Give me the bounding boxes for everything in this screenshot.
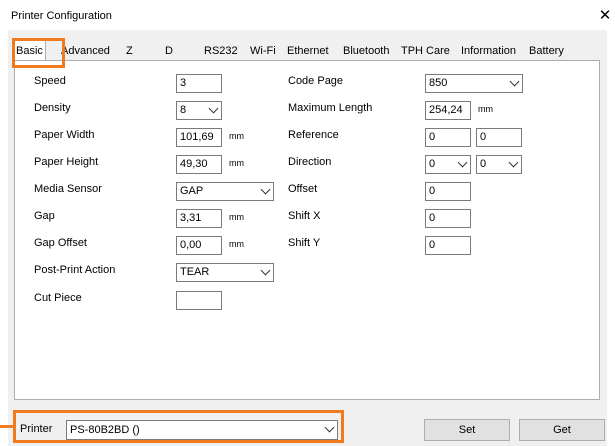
- chevron-down-icon: [457, 157, 468, 168]
- tab-battery[interactable]: Battery: [527, 42, 566, 60]
- media-sensor-select[interactable]: GAP: [176, 182, 274, 201]
- direction-value-2: 0: [480, 158, 487, 170]
- paper-width-unit: mm: [229, 131, 244, 141]
- tab-d[interactable]: D: [163, 42, 175, 60]
- reference-x-field[interactable]: 0: [425, 128, 471, 147]
- shift-y-field[interactable]: 0: [425, 236, 471, 255]
- post-print-action-value: TEAR: [180, 266, 210, 278]
- gap-field[interactable]: 3,31: [176, 209, 222, 228]
- direction-select-1[interactable]: 0: [425, 155, 471, 174]
- window-title: Printer Configuration: [11, 10, 112, 22]
- direction-label: Direction: [288, 156, 332, 168]
- density-select[interactable]: 8: [176, 101, 222, 120]
- tab-ethernet[interactable]: Ethernet: [285, 42, 331, 60]
- gap-offset-unit: mm: [229, 239, 244, 249]
- maximum-length-label: Maximum Length: [288, 102, 373, 114]
- reference-y-field[interactable]: 0: [476, 128, 522, 147]
- tab-z[interactable]: Z: [124, 42, 135, 60]
- cut-piece-label: Cut Piece: [34, 292, 82, 304]
- maximum-length-field[interactable]: 254,24: [425, 101, 471, 120]
- direction-value-1: 0: [429, 158, 436, 170]
- tab-rs232[interactable]: RS232: [202, 42, 240, 60]
- title-bar: Printer Configuration ✕: [0, 0, 615, 30]
- gap-offset-label: Gap Offset: [34, 237, 87, 249]
- chevron-down-icon: [509, 76, 520, 87]
- callout-line: [0, 425, 14, 428]
- printer-select-highlight: [13, 410, 344, 443]
- paper-height-field[interactable]: 49,30: [176, 155, 222, 174]
- code-page-label: Code Page: [288, 75, 344, 87]
- dialog-body: Basic Advanced Z D RS232 Wi-Fi Ethernet …: [8, 30, 607, 446]
- tab-wifi[interactable]: Wi-Fi: [248, 42, 278, 60]
- code-page-value: 850: [429, 77, 448, 89]
- shift-y-label: Shift Y: [288, 237, 321, 249]
- paper-width-field[interactable]: 101,69: [176, 128, 222, 147]
- maximum-length-unit: mm: [478, 104, 493, 114]
- speed-field[interactable]: 3: [176, 74, 222, 93]
- speed-label: Speed: [34, 75, 66, 87]
- post-print-action-label: Post-Print Action: [34, 264, 116, 276]
- shift-x-label: Shift X: [288, 210, 321, 222]
- get-button[interactable]: Get: [519, 419, 605, 441]
- gap-unit: mm: [229, 212, 244, 222]
- density-label: Density: [34, 102, 71, 114]
- post-print-action-select[interactable]: TEAR: [176, 263, 274, 282]
- density-value: 8: [180, 104, 187, 116]
- set-button[interactable]: Set: [424, 419, 510, 441]
- gap-label: Gap: [34, 210, 55, 222]
- close-icon[interactable]: ✕: [596, 7, 614, 25]
- cut-piece-field[interactable]: [176, 291, 222, 310]
- basic-tab-highlight: [12, 38, 65, 68]
- tab-bluetooth[interactable]: Bluetooth: [341, 42, 391, 60]
- media-sensor-value: GAP: [180, 185, 204, 197]
- tab-advanced[interactable]: Advanced: [59, 42, 112, 60]
- tab-tph-care[interactable]: TPH Care: [399, 42, 452, 60]
- paper-height-unit: mm: [229, 158, 244, 168]
- gap-offset-field[interactable]: 0,00: [176, 236, 222, 255]
- basic-tab-panel: Speed 3 Density 8 Paper Width 101,69 mm …: [14, 60, 600, 400]
- offset-field[interactable]: 0: [425, 182, 471, 201]
- reference-label: Reference: [288, 129, 339, 141]
- chevron-down-icon: [508, 157, 519, 168]
- chevron-down-icon: [208, 103, 219, 114]
- code-page-select[interactable]: 850: [425, 74, 523, 93]
- media-sensor-label: Media Sensor: [34, 183, 102, 195]
- paper-width-label: Paper Width: [34, 129, 95, 141]
- chevron-down-icon: [260, 265, 271, 276]
- tab-information[interactable]: Information: [459, 42, 518, 60]
- chevron-down-icon: [260, 184, 271, 195]
- paper-height-label: Paper Height: [34, 156, 99, 168]
- direction-select-2[interactable]: 0: [476, 155, 522, 174]
- offset-label: Offset: [288, 183, 318, 195]
- shift-x-field[interactable]: 0: [425, 209, 471, 228]
